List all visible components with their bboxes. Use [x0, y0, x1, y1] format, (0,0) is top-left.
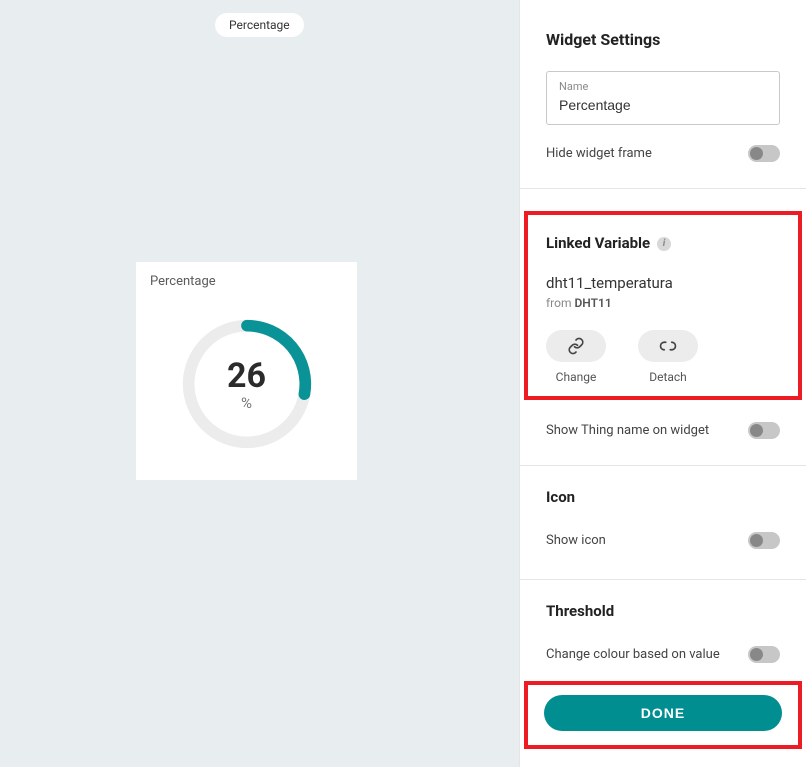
- divider: [520, 465, 806, 466]
- link-icon: [567, 337, 585, 355]
- done-button[interactable]: DONE: [544, 695, 782, 731]
- canvas-area: Percentage Percentage 26 %: [0, 0, 519, 767]
- threshold-colour-toggle[interactable]: [748, 646, 780, 663]
- hide-frame-toggle[interactable]: [748, 145, 780, 162]
- detach-variable-button[interactable]: Detach: [638, 330, 698, 384]
- variable-source: from DHT11: [546, 296, 780, 310]
- show-thing-name-toggle[interactable]: [748, 422, 780, 439]
- panel-heading: Widget Settings: [546, 30, 780, 49]
- change-variable-button[interactable]: Change: [546, 330, 606, 384]
- show-icon-toggle[interactable]: [748, 532, 780, 549]
- variable-name: dht11_temperatura: [546, 274, 780, 292]
- gauge-value: 26: [227, 356, 266, 396]
- detach-label: Detach: [649, 370, 687, 384]
- done-highlight: DONE: [524, 681, 802, 749]
- gauge: 26 %: [177, 314, 317, 454]
- linked-variable-title: Linked Variable: [546, 234, 650, 252]
- icon-section-title: Icon: [546, 488, 780, 506]
- name-label: Name: [559, 80, 767, 93]
- widget-title: Percentage: [150, 274, 343, 289]
- divider: [520, 579, 806, 580]
- change-label: Change: [556, 370, 597, 384]
- name-field-wrapper[interactable]: Name: [546, 71, 780, 125]
- hide-frame-label: Hide widget frame: [546, 146, 652, 161]
- show-thing-name-label: Show Thing name on widget: [546, 423, 709, 438]
- widget-type-chip: Percentage: [215, 13, 304, 37]
- percentage-widget[interactable]: Percentage 26 %: [136, 262, 357, 480]
- gauge-container: 26 %: [150, 299, 343, 469]
- unlink-icon: [659, 337, 677, 355]
- divider: [520, 188, 806, 189]
- show-icon-label: Show icon: [546, 533, 606, 548]
- threshold-colour-label: Change colour based on value: [546, 647, 720, 662]
- gauge-unit: %: [241, 394, 252, 412]
- info-icon[interactable]: i: [657, 237, 671, 251]
- name-input[interactable]: [559, 97, 767, 113]
- settings-panel: Widget Settings Name Hide widget frame L…: [519, 0, 806, 767]
- threshold-section-title: Threshold: [546, 602, 780, 620]
- linked-variable-highlight: Linked Variable i dht11_temperatura from…: [524, 211, 802, 400]
